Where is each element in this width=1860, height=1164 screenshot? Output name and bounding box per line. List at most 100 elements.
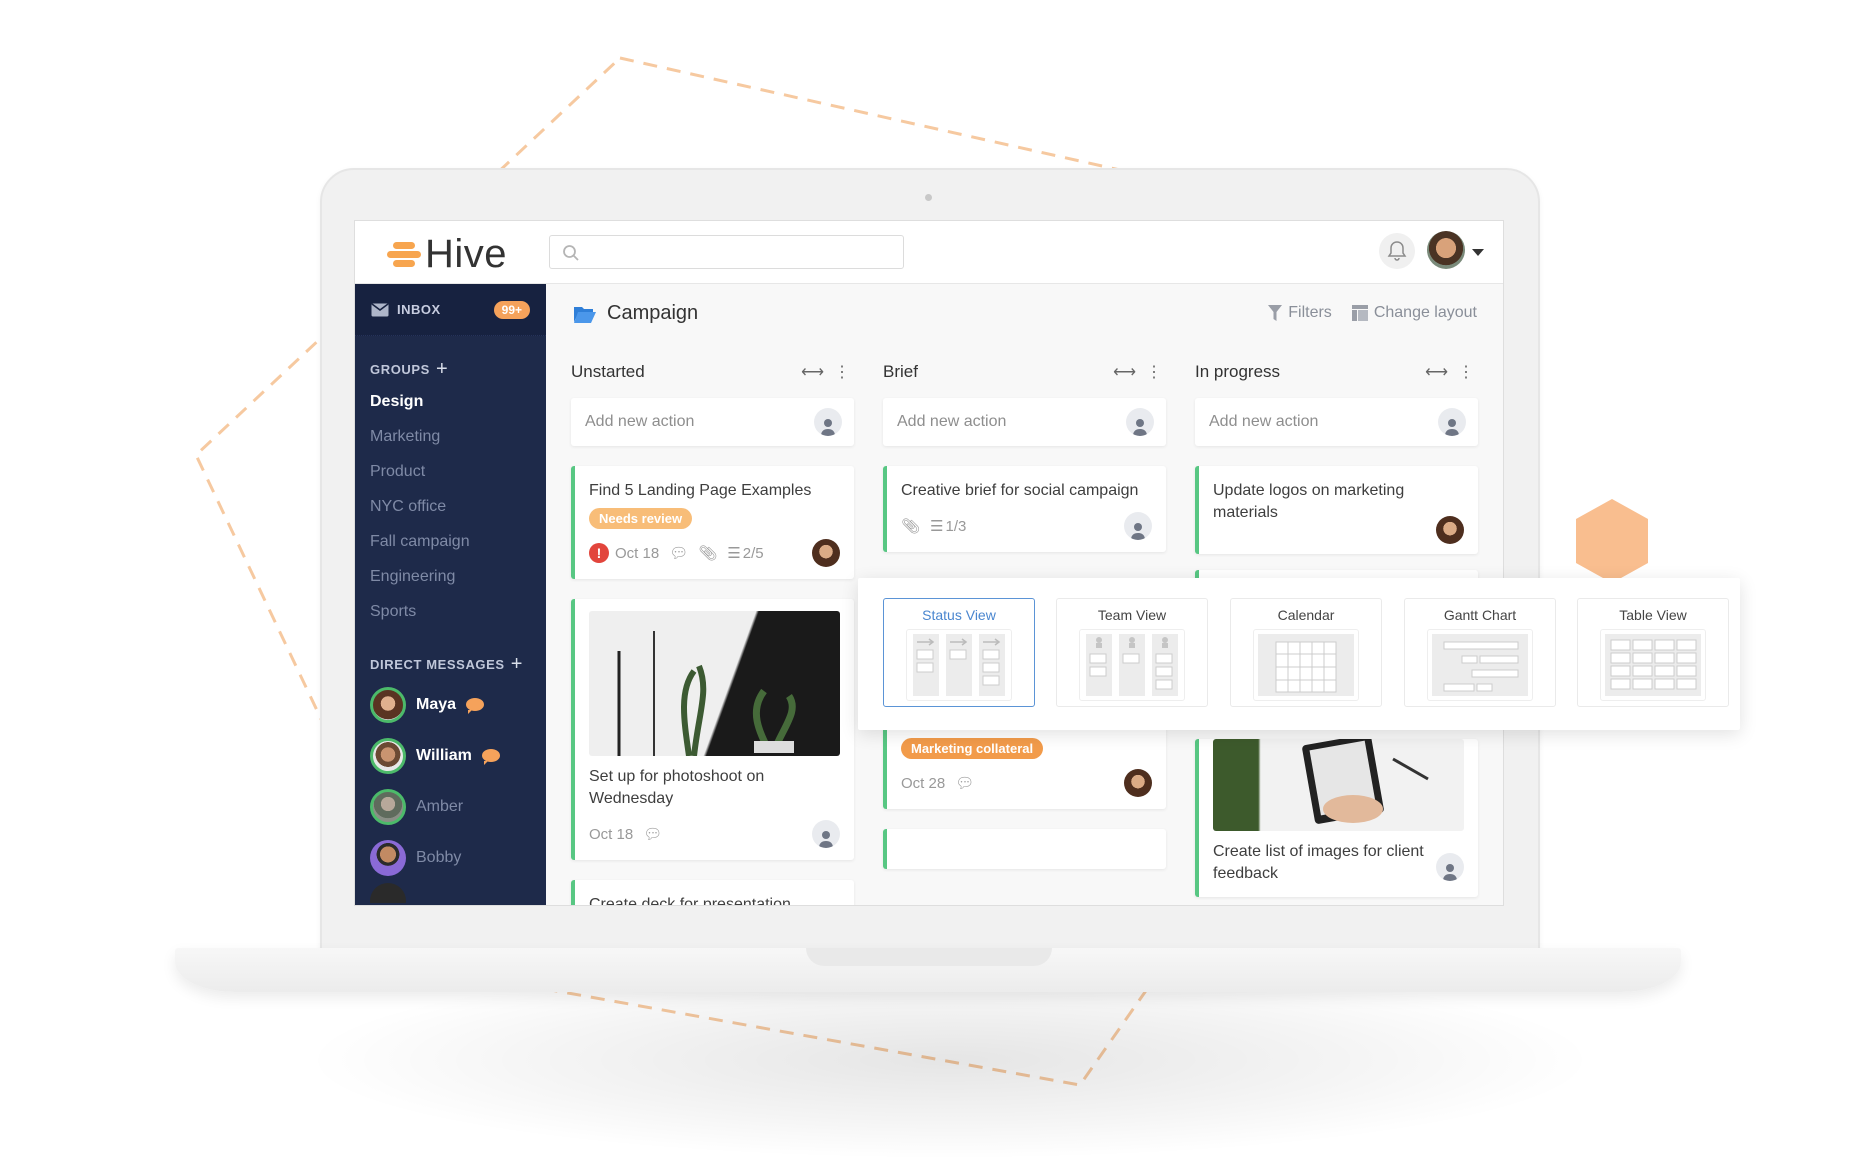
card-title: Update logos on marketing materials — [1213, 482, 1405, 521]
hexagon-accent — [1576, 499, 1648, 583]
card-label[interactable]: Marketing collateral — [901, 738, 1044, 759]
add-dm-button[interactable]: + — [511, 654, 523, 674]
user-avatar[interactable] — [1427, 231, 1465, 269]
top-bar: Hive — [355, 221, 1503, 284]
sidebar-inbox[interactable]: INBOX 99+ — [355, 284, 546, 336]
expand-column-icon[interactable]: ⟷ — [1425, 362, 1448, 382]
direct-messages-heading: DIRECT MESSAGES + — [355, 649, 546, 679]
card-label[interactable]: Needs review — [589, 508, 693, 529]
dm-item-william[interactable]: William — [355, 730, 546, 781]
hive-logo[interactable]: Hive — [387, 234, 507, 274]
dm-item-maya[interactable]: Maya — [355, 679, 546, 730]
sidebar-item-sports[interactable]: Sports — [355, 594, 546, 629]
attachment-icon[interactable]: 📎︎ — [698, 544, 717, 562]
laptop-camera — [925, 194, 932, 201]
card-due-date: Oct 28 — [901, 774, 946, 792]
assignee-avatar[interactable] — [812, 539, 840, 567]
more-options-icon[interactable]: ⋮ — [1458, 362, 1474, 382]
layout-option-label: Team View — [1097, 607, 1167, 623]
add-action-input[interactable]: Add new action — [883, 398, 1166, 446]
attachment-icon[interactable]: 📎︎ — [901, 517, 920, 535]
task-card[interactable]: Set up for photoshoot on Wednesday Oct 1… — [571, 599, 854, 860]
layout-option-status-view[interactable]: Status View — [883, 598, 1035, 707]
more-options-icon[interactable]: ⋮ — [834, 362, 850, 382]
expand-column-icon[interactable]: ⟷ — [1113, 362, 1136, 382]
column-header: In progress ⟷ ⋮ — [1195, 356, 1478, 388]
assignee-icon[interactable] — [814, 408, 842, 436]
task-card[interactable]: Find 5 Landing Page Examples Needs revie… — [571, 466, 854, 579]
layout-picker: Status View Team View Calendar Gantt Cha… — [858, 578, 1740, 730]
task-card[interactable]: Creative brief for social campaign 📎︎ ☰ … — [883, 466, 1166, 552]
comment-icon[interactable]: 💬︎ — [669, 544, 688, 562]
expand-column-icon[interactable]: ⟷ — [801, 362, 824, 382]
sidebar-item-engineering[interactable]: Engineering — [355, 559, 546, 594]
layout-option-team-view[interactable]: Team View — [1056, 598, 1208, 707]
avatar — [370, 686, 406, 723]
sidebar-item-product[interactable]: Product — [355, 454, 546, 489]
task-card[interactable] — [883, 829, 1166, 869]
assignee-icon[interactable] — [1438, 408, 1466, 436]
task-card[interactable]: Create list of images for client feedbac… — [1195, 739, 1478, 897]
alert-icon: ! — [589, 543, 609, 563]
card-meta: Oct 28 💬︎ — [901, 769, 1152, 797]
column-unstarted: Unstarted ⟷ ⋮ Add new action Find 5 Landi… — [571, 356, 854, 905]
add-action-input[interactable]: Add new action — [571, 398, 854, 446]
layout-option-calendar[interactable]: Calendar — [1230, 598, 1382, 707]
column-header: Unstarted ⟷ ⋮ — [571, 356, 854, 388]
filters-label: Filters — [1288, 304, 1332, 321]
layout-option-label: Gantt Chart — [1443, 607, 1517, 623]
assignee-icon[interactable] — [1436, 853, 1464, 881]
checklist-icon: ☰ — [930, 518, 944, 535]
assignee-avatar[interactable] — [1124, 769, 1152, 797]
task-card[interactable]: Create deck for presentation — [571, 880, 854, 905]
caret-down-icon[interactable] — [1472, 249, 1484, 256]
layout-option-label: Table View — [1619, 607, 1687, 623]
gantt-thumbnail — [1427, 629, 1533, 701]
avatar — [370, 839, 406, 876]
checklist-icon: ☰ — [727, 545, 741, 562]
card-image-tablet — [1213, 739, 1464, 831]
dm-list: Maya William Amber Bobby — [355, 679, 546, 903]
notifications-button[interactable] — [1379, 233, 1415, 269]
search-input[interactable] — [549, 235, 904, 269]
card-title: Set up for photoshoot on Wednesday — [589, 768, 765, 807]
layout-option-label: Calendar — [1277, 607, 1335, 623]
sidebar-item-fall-campaign[interactable]: Fall campaign — [355, 524, 546, 559]
card-meta: 📎︎ ☰ 1/3 — [901, 512, 1152, 540]
layout-option-gantt-chart[interactable]: Gantt Chart — [1404, 598, 1556, 707]
column-title: Brief — [883, 362, 918, 381]
add-group-button[interactable]: + — [436, 359, 448, 379]
layout-option-label: Status View — [922, 607, 996, 623]
comment-icon[interactable]: 💬︎ — [643, 825, 662, 843]
assignee-icon[interactable] — [1124, 512, 1152, 540]
layout-icon — [1351, 305, 1368, 321]
filters-button[interactable]: Filters — [1268, 304, 1332, 322]
groups-heading-label: GROUPS — [370, 361, 430, 377]
marketing-hero: Hive INBOX 99+ GROUPS + Design Marketing… — [0, 0, 1860, 1164]
change-layout-button[interactable]: Change layout — [1351, 304, 1477, 322]
sidebar-item-nyc-office[interactable]: NYC office — [355, 489, 546, 524]
column-header: Brief ⟷ ⋮ — [883, 356, 1166, 388]
project-title: Campaign — [607, 302, 699, 324]
comment-icon[interactable]: 💬︎ — [955, 774, 974, 792]
app-name: Hive — [425, 232, 508, 276]
dm-item-partial[interactable] — [355, 883, 546, 903]
dm-item-bobby[interactable]: Bobby — [355, 832, 546, 883]
assignee-icon[interactable] — [812, 820, 840, 848]
dm-name: Amber — [416, 797, 464, 815]
assignee-icon[interactable] — [1126, 408, 1154, 436]
groups-heading: GROUPS + — [355, 354, 546, 384]
more-options-icon[interactable]: ⋮ — [1146, 362, 1162, 382]
task-card[interactable]: Update logos on marketing materials — [1195, 466, 1478, 554]
inbox-label: INBOX — [397, 302, 441, 317]
dm-item-amber[interactable]: Amber — [355, 781, 546, 832]
inbox-badge: 99+ — [493, 300, 530, 319]
app-window: Hive INBOX 99+ GROUPS + Design Marketing… — [354, 220, 1504, 906]
sidebar-item-marketing[interactable]: Marketing — [355, 419, 546, 454]
assignee-avatar[interactable] — [1436, 516, 1464, 544]
dm-name: William — [416, 746, 472, 764]
layout-option-table-view[interactable]: Table View — [1577, 598, 1729, 707]
sidebar-item-design[interactable]: Design — [355, 384, 546, 419]
add-action-input[interactable]: Add new action — [1195, 398, 1478, 446]
card-title: Find 5 Landing Page Examples — [589, 482, 812, 499]
